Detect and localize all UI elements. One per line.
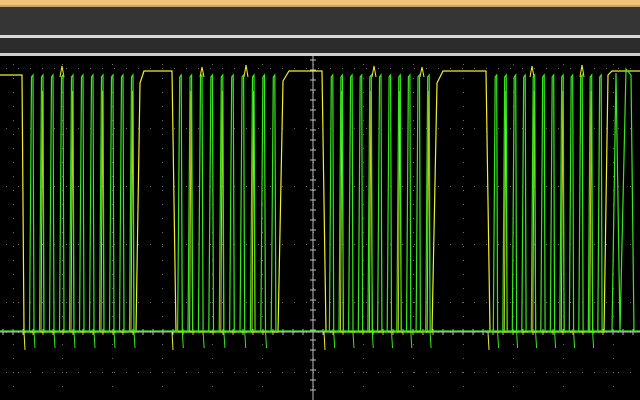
- scope-status-bar: [0, 38, 640, 53]
- oscilloscope-display[interactable]: [0, 56, 640, 400]
- waveform-plot: [0, 56, 640, 400]
- scope-toolbar: [0, 7, 640, 35]
- channel-2-trace: [0, 67, 640, 349]
